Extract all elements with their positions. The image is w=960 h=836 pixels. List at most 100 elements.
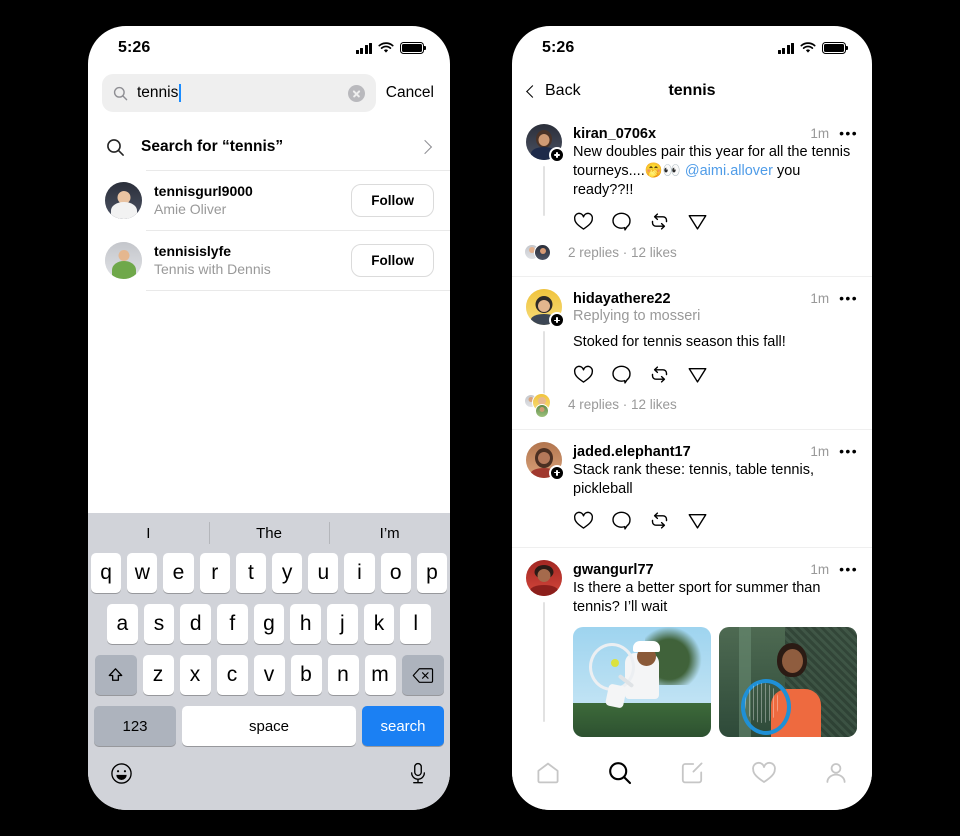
mention-link[interactable]: @aimi.allover [685, 163, 773, 179]
post-meta[interactable]: 2 replies · 12 likes [524, 236, 858, 276]
clear-circle-icon[interactable] [347, 84, 365, 102]
key-j[interactable]: j [327, 604, 358, 644]
post-username[interactable]: jaded.elephant17 [573, 444, 804, 460]
backspace-key[interactable] [401, 655, 444, 695]
chevron-right-icon [417, 139, 433, 155]
keyboard-row-3: z x c v b n m [88, 655, 450, 695]
post-text: Stack rank these: tennis, table tennis, … [573, 461, 814, 497]
post-item[interactable]: hidayathere22 1m ••• Replying to mosseri… [512, 277, 872, 430]
numbers-key[interactable]: 123 [94, 706, 176, 746]
key-e[interactable]: e [163, 553, 194, 593]
key-m[interactable]: m [364, 655, 396, 695]
key-n[interactable]: n [327, 655, 359, 695]
key-v[interactable]: v [253, 655, 285, 695]
repost-icon[interactable] [649, 211, 670, 232]
list-item[interactable]: tennisgurl9000 Amie Oliver Follow [88, 171, 450, 230]
prediction-0[interactable]: I [88, 525, 209, 542]
comment-icon[interactable] [611, 364, 632, 385]
microphone-icon[interactable] [408, 762, 428, 785]
post-item[interactable]: kiran_0706x 1m ••• New doubles pair this… [512, 112, 872, 278]
key-k[interactable]: k [363, 604, 395, 644]
key-d[interactable]: d [180, 604, 211, 644]
prediction-2[interactable]: I’m [329, 525, 450, 542]
cellular-signal-icon [777, 42, 794, 54]
search-for-query-row[interactable]: Search for “tennis” [88, 124, 450, 170]
media-carousel[interactable] [573, 627, 858, 737]
emoji-smiley-icon[interactable] [110, 762, 133, 785]
post-meta[interactable]: 4 replies · 12 likes [524, 389, 858, 429]
back-button[interactable]: Back [526, 82, 581, 100]
search-icon [609, 762, 632, 785]
key-x[interactable]: x [179, 655, 211, 695]
share-icon[interactable] [687, 364, 708, 385]
space-key[interactable]: space [182, 706, 356, 746]
repost-icon[interactable] [649, 364, 670, 385]
share-icon[interactable] [687, 211, 708, 232]
profile-icon [826, 763, 846, 783]
key-s[interactable]: s [143, 604, 175, 644]
comment-icon[interactable] [611, 510, 632, 531]
key-b[interactable]: b [290, 655, 322, 695]
key-t[interactable]: t [235, 553, 266, 593]
post-item[interactable]: gwangurl77 1m ••• Is there a better spor… [512, 548, 872, 745]
search-key[interactable]: search [362, 706, 444, 746]
comment-icon[interactable] [611, 211, 632, 232]
media-card[interactable] [573, 627, 711, 737]
follow-button[interactable]: Follow [351, 184, 434, 217]
virtual-keyboard: I The I’m q w e r t y u i o p a s d f g … [88, 513, 450, 810]
more-dots-icon[interactable]: ••• [835, 444, 858, 458]
key-c[interactable]: c [216, 655, 248, 695]
key-i[interactable]: i [344, 553, 375, 593]
key-y[interactable]: y [272, 553, 303, 593]
post-text: New doubles pair this year for all the t… [573, 143, 858, 200]
more-dots-icon[interactable]: ••• [835, 562, 858, 576]
heart-icon[interactable] [573, 211, 594, 232]
key-f[interactable]: f [217, 604, 248, 644]
list-item[interactable]: tennisislyfe Tennis with Dennis Follow [88, 231, 450, 290]
key-h[interactable]: h [290, 604, 322, 644]
tab-compose[interactable] [656, 760, 728, 786]
key-w[interactable]: w [127, 553, 158, 593]
post-item[interactable]: jaded.elephant17 1m ••• Stack rank these… [512, 430, 872, 548]
add-follow-badge-icon[interactable] [549, 312, 565, 329]
post-text: Stoked for tennis season this fall! [573, 334, 786, 351]
more-dots-icon[interactable]: ••• [835, 126, 858, 140]
key-u[interactable]: u [308, 553, 339, 593]
avatar[interactable] [526, 559, 562, 596]
avatar[interactable] [105, 182, 142, 219]
post-username[interactable]: kiran_0706x [573, 126, 804, 142]
bottom-tab-bar [512, 748, 872, 810]
prediction-1[interactable]: The [209, 525, 330, 542]
search-input[interactable]: tennis [102, 74, 376, 112]
post-username[interactable]: hidayathere22 [573, 291, 804, 307]
add-follow-badge-icon[interactable] [549, 464, 565, 481]
heart-icon[interactable] [573, 364, 594, 385]
cancel-button[interactable]: Cancel [386, 84, 436, 102]
compose-icon [681, 762, 703, 784]
more-dots-icon[interactable]: ••• [835, 291, 858, 305]
tab-search[interactable] [584, 760, 656, 786]
avatar[interactable] [105, 242, 142, 279]
post-username[interactable]: gwangurl77 [573, 562, 804, 578]
tab-profile[interactable] [800, 760, 872, 786]
shift-key[interactable] [94, 655, 137, 695]
battery-icon [400, 42, 427, 54]
status-icons [355, 42, 427, 54]
repost-icon[interactable] [649, 510, 670, 531]
tab-activity[interactable] [728, 760, 800, 786]
thread-feed[interactable]: kiran_0706x 1m ••• New doubles pair this… [512, 112, 872, 748]
key-p[interactable]: p [416, 553, 448, 593]
key-g[interactable]: g [253, 604, 285, 644]
add-follow-badge-icon[interactable] [549, 147, 565, 163]
share-icon[interactable] [687, 510, 708, 531]
key-a[interactable]: a [106, 604, 138, 644]
heart-icon[interactable] [573, 510, 594, 531]
key-r[interactable]: r [199, 553, 230, 593]
key-l[interactable]: l [400, 604, 432, 644]
follow-button[interactable]: Follow [351, 244, 434, 277]
media-card[interactable] [719, 627, 857, 737]
key-z[interactable]: z [142, 655, 174, 695]
key-o[interactable]: o [380, 553, 411, 593]
tab-home[interactable] [512, 760, 584, 786]
key-q[interactable]: q [90, 553, 122, 593]
